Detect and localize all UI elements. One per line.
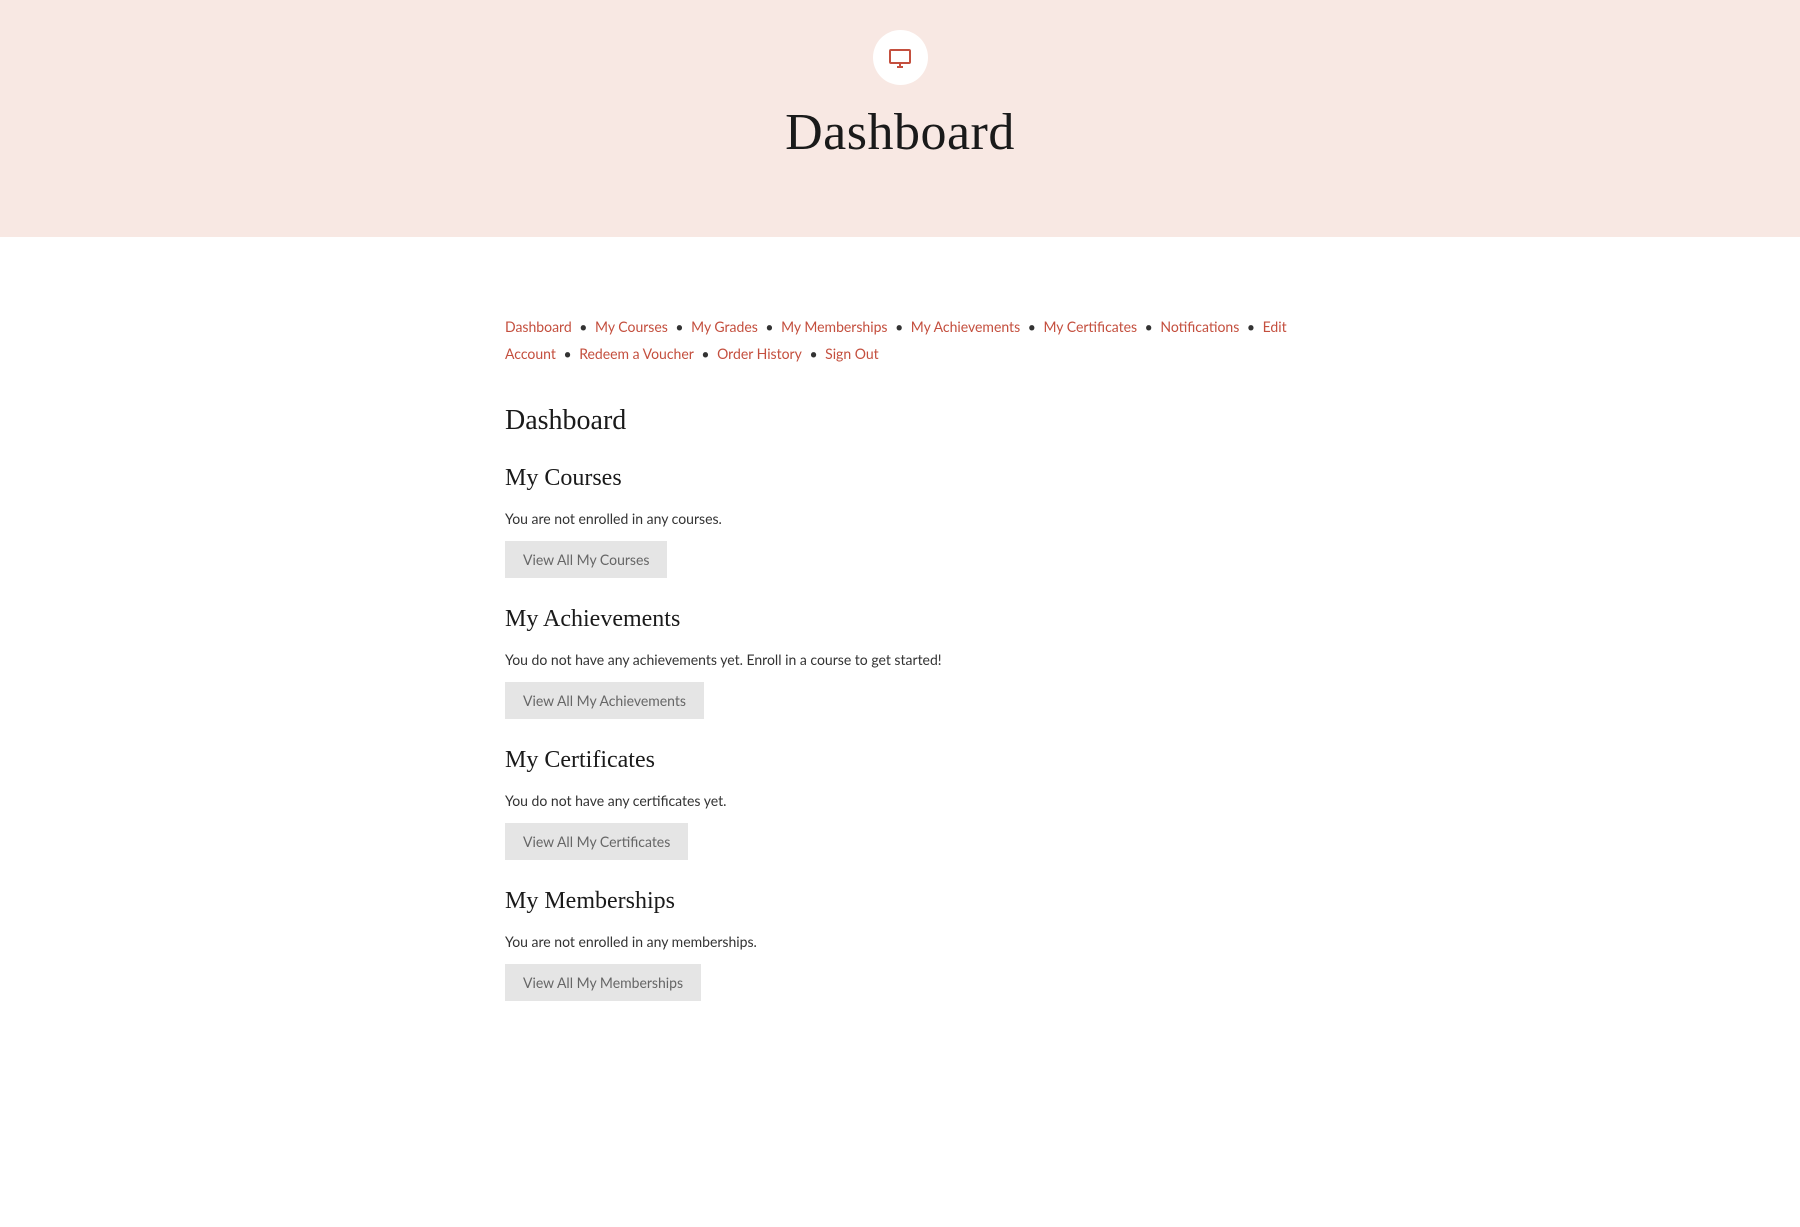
section-my-achievements: My Achievements You do not have any achie… bbox=[505, 606, 1295, 719]
nav-separator: • bbox=[576, 318, 591, 335]
section-heading-my-courses: My Courses bbox=[505, 465, 1295, 492]
hero-icon-circle bbox=[873, 30, 928, 85]
section-text-my-achievements: You do not have any achievements yet. En… bbox=[505, 651, 1295, 668]
nav-separator: • bbox=[1024, 318, 1039, 335]
section-heading-my-memberships: My Memberships bbox=[505, 888, 1295, 915]
nav-separator: • bbox=[892, 318, 907, 335]
page-title: Dashboard bbox=[505, 405, 1295, 437]
hero-banner: Dashboard bbox=[0, 0, 1800, 237]
view-all-button-my-certificates[interactable]: View All My Certificates bbox=[505, 823, 688, 860]
view-all-button-my-memberships[interactable]: View All My Memberships bbox=[505, 964, 701, 1001]
nav-link-dashboard[interactable]: Dashboard bbox=[505, 318, 572, 335]
nav-separator: • bbox=[1141, 318, 1156, 335]
view-all-button-my-achievements[interactable]: View All My Achievements bbox=[505, 682, 704, 719]
section-heading-my-achievements: My Achievements bbox=[505, 606, 1295, 633]
nav-separator: • bbox=[560, 345, 575, 362]
section-heading-my-certificates: My Certificates bbox=[505, 747, 1295, 774]
nav-separator: • bbox=[1243, 318, 1258, 335]
nav-link-notifications[interactable]: Notifications bbox=[1160, 318, 1239, 335]
nav-separator: • bbox=[762, 318, 777, 335]
nav-link-order-history[interactable]: Order History bbox=[717, 345, 802, 362]
section-my-memberships: My Memberships You are not enrolled in an… bbox=[505, 888, 1295, 1001]
nav-link-my-certificates[interactable]: My Certificates bbox=[1043, 318, 1137, 335]
section-text-my-memberships: You are not enrolled in any memberships. bbox=[505, 933, 1295, 950]
hero-title: Dashboard bbox=[0, 103, 1800, 162]
section-my-courses: My Courses You are not enrolled in any co… bbox=[505, 465, 1295, 578]
monitor-icon bbox=[888, 46, 912, 70]
nav-separator: • bbox=[698, 345, 713, 362]
nav-link-sign-out[interactable]: Sign Out bbox=[825, 345, 879, 362]
view-all-button-my-courses[interactable]: View All My Courses bbox=[505, 541, 667, 578]
nav-link-my-courses[interactable]: My Courses bbox=[595, 318, 668, 335]
nav-separator: • bbox=[672, 318, 687, 335]
section-text-my-courses: You are not enrolled in any courses. bbox=[505, 510, 1295, 527]
nav-link-my-grades[interactable]: My Grades bbox=[691, 318, 758, 335]
nav-link-my-achievements[interactable]: My Achievements bbox=[911, 318, 1020, 335]
nav-link-redeem-a-voucher[interactable]: Redeem a Voucher bbox=[579, 345, 694, 362]
nav-links: Dashboard • My Courses • My Grades • My … bbox=[505, 313, 1295, 367]
section-text-my-certificates: You do not have any certificates yet. bbox=[505, 792, 1295, 809]
section-my-certificates: My Certificates You do not have any certi… bbox=[505, 747, 1295, 860]
nav-separator: • bbox=[806, 345, 821, 362]
nav-link-my-memberships[interactable]: My Memberships bbox=[781, 318, 887, 335]
content-container: Dashboard • My Courses • My Grades • My … bbox=[485, 237, 1315, 1089]
